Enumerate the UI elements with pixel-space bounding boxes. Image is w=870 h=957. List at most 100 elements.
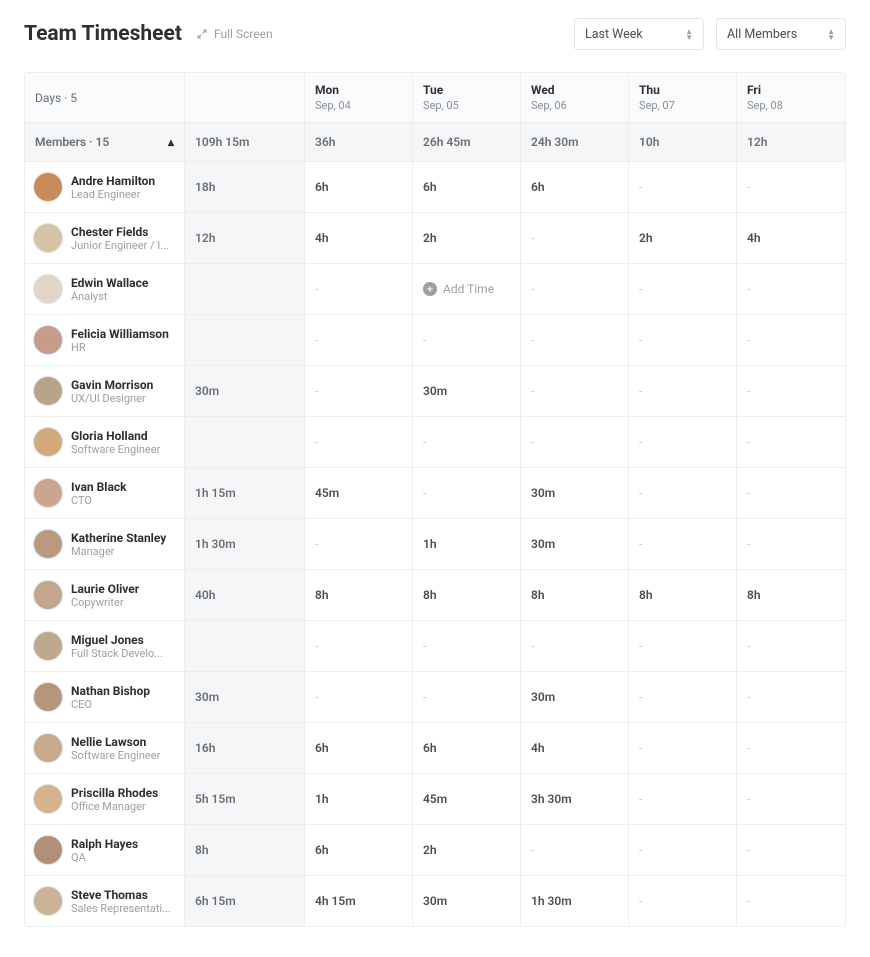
time-cell[interactable]: -: [521, 825, 629, 875]
member-cell[interactable]: Andre HamiltonLead Engineer: [25, 162, 185, 212]
member-cell[interactable]: Edwin WallaceAnalyst: [25, 264, 185, 314]
time-cell[interactable]: 2h: [413, 825, 521, 875]
time-cell[interactable]: 1h: [305, 774, 413, 824]
time-cell[interactable]: 6h: [305, 723, 413, 773]
time-cell[interactable]: 1h 30m: [521, 876, 629, 926]
time-cell[interactable]: 6h: [521, 162, 629, 212]
time-cell[interactable]: -: [737, 417, 845, 467]
time-cell[interactable]: -: [629, 519, 737, 569]
member-cell[interactable]: Steve ThomasSales Representati...: [25, 876, 185, 926]
time-cell[interactable]: 1h: [413, 519, 521, 569]
time-cell[interactable]: -: [629, 621, 737, 671]
time-cell[interactable]: -: [629, 468, 737, 518]
time-cell[interactable]: -: [521, 264, 629, 314]
member-cell[interactable]: Nathan BishopCEO: [25, 672, 185, 722]
time-cell[interactable]: -: [629, 774, 737, 824]
member-cell[interactable]: Ivan BlackCTO: [25, 468, 185, 518]
member-cell[interactable]: Felicia WilliamsonHR: [25, 315, 185, 365]
time-cell[interactable]: -: [629, 417, 737, 467]
time-cell[interactable]: -: [629, 264, 737, 314]
time-cell[interactable]: -: [413, 621, 521, 671]
time-cell[interactable]: 6h: [413, 162, 521, 212]
member-cell[interactable]: Gloria HollandSoftware Engineer: [25, 417, 185, 467]
time-cell[interactable]: 4h: [737, 213, 845, 263]
time-cell[interactable]: -: [305, 417, 413, 467]
time-cell[interactable]: -: [737, 876, 845, 926]
time-cell[interactable]: -: [629, 672, 737, 722]
time-cell[interactable]: -: [737, 468, 845, 518]
fullscreen-button[interactable]: Full Screen: [196, 27, 273, 41]
time-value: 45m: [315, 486, 339, 500]
time-cell[interactable]: -: [737, 825, 845, 875]
time-cell[interactable]: -: [521, 315, 629, 365]
time-cell[interactable]: 6h: [305, 162, 413, 212]
member-cell[interactable]: Ralph HayesQA: [25, 825, 185, 875]
time-cell[interactable]: 8h: [629, 570, 737, 620]
time-cell[interactable]: 2h: [629, 213, 737, 263]
time-cell[interactable]: -: [629, 162, 737, 212]
time-cell[interactable]: 6h: [305, 825, 413, 875]
members-count-header[interactable]: Members · 15 ▴: [25, 123, 185, 161]
time-cell[interactable]: -: [521, 366, 629, 416]
time-cell[interactable]: 45m: [413, 774, 521, 824]
time-cell[interactable]: -: [737, 672, 845, 722]
time-cell[interactable]: -: [629, 315, 737, 365]
member-cell[interactable]: Priscilla RhodesOffice Manager: [25, 774, 185, 824]
time-cell[interactable]: -: [737, 264, 845, 314]
time-cell[interactable]: -: [305, 672, 413, 722]
member-cell[interactable]: Miguel JonesFull Stack Develo...: [25, 621, 185, 671]
time-cell[interactable]: 30m: [413, 366, 521, 416]
time-cell[interactable]: -: [629, 723, 737, 773]
period-select[interactable]: Last Week ▲▼: [574, 18, 704, 50]
time-cell[interactable]: -: [521, 213, 629, 263]
time-cell[interactable]: 45m: [305, 468, 413, 518]
time-cell[interactable]: -: [305, 264, 413, 314]
time-cell[interactable]: 4h 15m: [305, 876, 413, 926]
time-cell[interactable]: 8h: [413, 570, 521, 620]
time-cell[interactable]: 8h: [737, 570, 845, 620]
time-cell[interactable]: 8h: [521, 570, 629, 620]
table-row: Felicia WilliamsonHR-----: [25, 315, 845, 366]
time-cell[interactable]: 6h: [413, 723, 521, 773]
member-cell[interactable]: Chester FieldsJunior Engineer / I...: [25, 213, 185, 263]
time-cell[interactable]: -: [737, 366, 845, 416]
member-cell[interactable]: Gavin MorrisonUX/UI Designer: [25, 366, 185, 416]
time-cell[interactable]: -: [737, 315, 845, 365]
time-cell[interactable]: +Add Time: [413, 264, 521, 314]
member-cell[interactable]: Katherine StanleyManager: [25, 519, 185, 569]
time-cell[interactable]: -: [629, 876, 737, 926]
time-cell[interactable]: -: [737, 621, 845, 671]
time-cell[interactable]: -: [521, 621, 629, 671]
add-time-button[interactable]: +Add Time: [423, 282, 494, 296]
time-cell[interactable]: -: [305, 315, 413, 365]
time-cell[interactable]: -: [521, 417, 629, 467]
avatar: [33, 784, 63, 814]
time-cell[interactable]: -: [629, 366, 737, 416]
time-cell[interactable]: -: [737, 519, 845, 569]
time-cell[interactable]: 30m: [413, 876, 521, 926]
time-cell[interactable]: -: [413, 468, 521, 518]
time-cell[interactable]: -: [737, 162, 845, 212]
time-cell[interactable]: 4h: [305, 213, 413, 263]
time-cell[interactable]: -: [305, 621, 413, 671]
time-cell[interactable]: 30m: [521, 519, 629, 569]
member-role: Lead Engineer: [71, 188, 155, 201]
time-cell[interactable]: -: [305, 366, 413, 416]
time-cell[interactable]: -: [629, 825, 737, 875]
time-cell[interactable]: 30m: [521, 468, 629, 518]
time-cell[interactable]: 4h: [521, 723, 629, 773]
time-cell[interactable]: 3h 30m: [521, 774, 629, 824]
time-cell[interactable]: -: [305, 519, 413, 569]
time-cell[interactable]: -: [737, 774, 845, 824]
member-total: 16h: [185, 723, 305, 773]
time-cell[interactable]: -: [737, 723, 845, 773]
time-cell[interactable]: -: [413, 315, 521, 365]
time-cell[interactable]: -: [413, 672, 521, 722]
member-cell[interactable]: Nellie LawsonSoftware Engineer: [25, 723, 185, 773]
time-cell[interactable]: 2h: [413, 213, 521, 263]
time-cell[interactable]: 8h: [305, 570, 413, 620]
members-select[interactable]: All Members ▲▼: [716, 18, 846, 50]
time-cell[interactable]: 30m: [521, 672, 629, 722]
time-cell[interactable]: -: [413, 417, 521, 467]
member-cell[interactable]: Laurie OliverCopywriter: [25, 570, 185, 620]
